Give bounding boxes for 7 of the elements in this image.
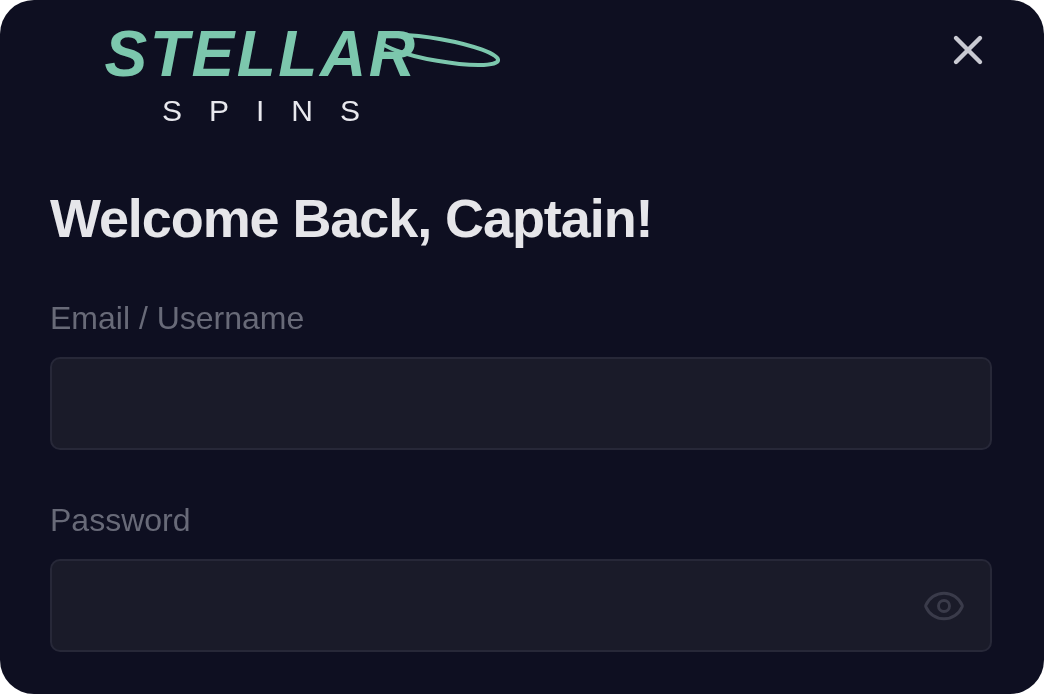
welcome-heading: Welcome Back, Captain! — [50, 187, 654, 250]
logo-tagline: SPINS — [161, 94, 387, 128]
input-field[interactable] — [50, 357, 992, 450]
logo-wordmark: STELLAR — [104, 22, 418, 86]
password-field[interactable] — [50, 559, 992, 652]
field-label: Email / Username — [50, 300, 306, 336]
field-label: Password — [50, 502, 192, 538]
